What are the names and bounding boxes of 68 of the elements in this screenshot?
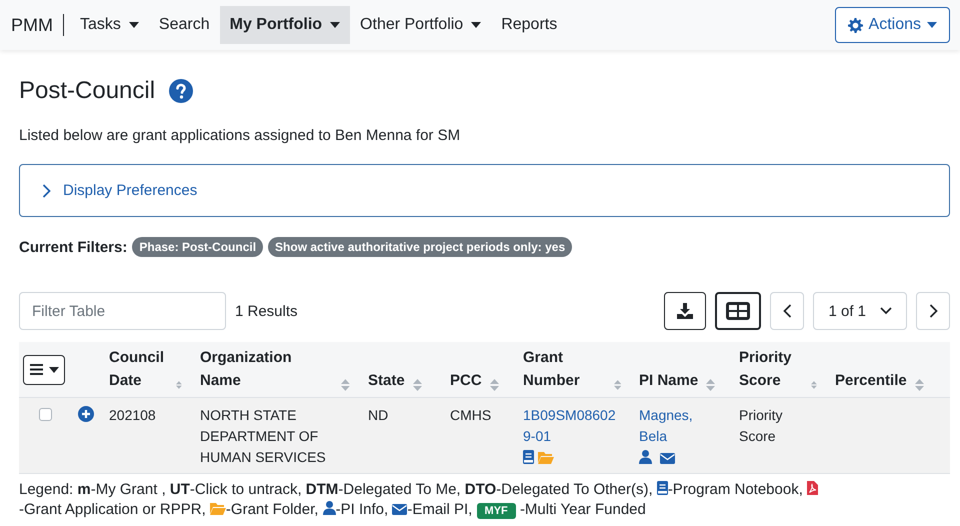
mail-icon[interactable] (660, 453, 675, 464)
notebook-icon (656, 481, 668, 495)
legend-text: -PI Info, (336, 501, 388, 518)
dropdown-caret-icon (471, 22, 482, 28)
chevron-right-icon (928, 304, 938, 318)
chevron-down-icon (880, 307, 892, 315)
column-menu-button[interactable] (23, 354, 65, 384)
caret-icon (927, 22, 937, 28)
person-icon (322, 501, 336, 515)
help-icon[interactable] (169, 79, 194, 103)
page-title: Post-Council (19, 76, 156, 106)
pdf-file-icon (807, 481, 818, 495)
previous-page-button[interactable] (770, 292, 804, 330)
column-header[interactable]: PCC (450, 369, 482, 392)
pi-name-link[interactable]: Magnes, Bela (639, 405, 721, 447)
nav-link[interactable]: Tasks (70, 6, 149, 44)
table-layout-icon (725, 301, 752, 321)
table-cell: ND (368, 407, 388, 423)
filter-tag: Phase: Post-Council (132, 237, 264, 257)
legend-text: -Multi Year Funded (520, 501, 646, 518)
column-header[interactable]: Percentile (835, 369, 907, 392)
expand-row-icon[interactable] (78, 406, 94, 422)
actions-button[interactable]: Actions (834, 7, 950, 43)
legend-text: -Grant Folder, (226, 501, 318, 518)
legend-text: -Email PI, (407, 501, 472, 518)
results-count: 1 Results (235, 302, 298, 320)
column-header[interactable]: PI Name (639, 369, 698, 392)
download-icon (677, 303, 694, 319)
chevron-left-icon (782, 304, 792, 318)
legend-text: -Program Notebook, (668, 481, 803, 498)
display-preferences-toggle[interactable]: Display Preferences (19, 164, 950, 217)
table-cell: CMHS (450, 407, 492, 423)
legend-badge: MYF (476, 503, 516, 519)
filter-tag: Show active authoritative project periods only: yes (268, 237, 572, 257)
mail-icon (392, 504, 408, 515)
column-header[interactable]: State (368, 369, 405, 392)
filter-table-field[interactable]: Filter Table (19, 292, 226, 330)
person-icon[interactable] (639, 450, 652, 464)
download-button[interactable] (664, 292, 706, 330)
table-cell: 202108 (109, 407, 156, 423)
column-header[interactable]: Council Date (109, 346, 168, 392)
filters-label: Current Filters: (19, 238, 128, 256)
page-select[interactable]: 1 of 1 (813, 292, 907, 330)
notebook-icon[interactable] (523, 450, 534, 464)
gear-icon (848, 18, 863, 32)
column-header[interactable]: Priority Score (739, 346, 804, 392)
table-cell-text: NORTH STATE DEPARTMENT OF HUMAN SERVICES (200, 406, 327, 467)
page-description: Listed below are grant applications assigned to Ben Menna for SM (19, 126, 462, 146)
nav-link[interactable]: My Portfolio (220, 6, 350, 44)
nav-link[interactable]: Other Portfolio (350, 6, 492, 44)
dropdown-caret-icon (330, 22, 340, 28)
chevron-right-icon (42, 184, 51, 198)
nav-link[interactable]: Search (148, 6, 220, 44)
grant-number-link[interactable]: 1B09SM086029-01 (523, 405, 623, 447)
legend-text: Legend: m-My Grant , UT-Click to untrack, DTM-Delegated To Me, DTO-Delegated To Other(s), (19, 481, 653, 498)
next-page-button[interactable] (916, 292, 950, 330)
row-checkbox[interactable] (39, 408, 52, 421)
dropdown-caret-icon (128, 22, 139, 28)
column-header[interactable]: Grant Number (523, 346, 606, 392)
table-cell: Priority Score (739, 407, 783, 444)
caret-icon (48, 366, 58, 372)
legend-text: -Grant Application or RPPR, (19, 501, 206, 518)
brand-name[interactable]: PMM (11, 14, 64, 36)
folder-icon (210, 502, 226, 515)
column-header[interactable]: Organization Name (200, 346, 334, 392)
menu-icon (30, 364, 42, 375)
table-layout-button[interactable] (715, 292, 762, 330)
nav-link[interactable]: Reports (491, 6, 568, 44)
